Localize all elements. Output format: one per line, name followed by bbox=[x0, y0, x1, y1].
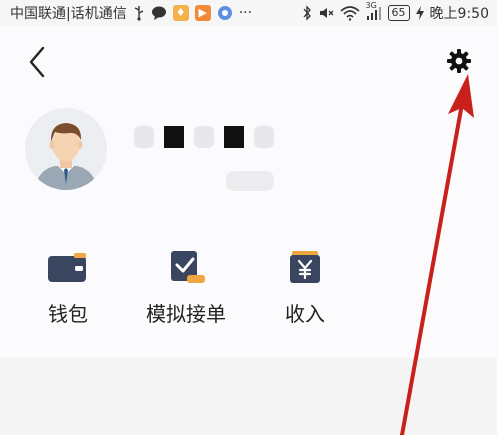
menu-item-simulated-order[interactable]: 模拟接单 bbox=[141, 248, 231, 328]
signal-icon: 3G bbox=[366, 1, 382, 21]
redaction-blur bbox=[194, 126, 214, 148]
status-bar: 中国联通|话机通信 ♦ ▶ ··· 3G 65 晚上9:50 bbox=[0, 0, 497, 26]
profile-name-redacted bbox=[134, 122, 274, 152]
profile-panel: 钱包 模拟接单 收入 bbox=[0, 26, 497, 358]
menu-item-label: 收入 bbox=[285, 302, 325, 326]
status-time: 晚上9:50 bbox=[429, 6, 489, 22]
redaction-block bbox=[224, 126, 244, 148]
battery-level: 65 bbox=[391, 6, 406, 19]
redaction-blur bbox=[254, 126, 274, 148]
gear-icon bbox=[447, 49, 471, 73]
redaction-block bbox=[164, 126, 184, 148]
profile-subtitle-redacted bbox=[226, 171, 274, 191]
redaction-blur bbox=[134, 126, 154, 148]
wallet-icon bbox=[44, 248, 92, 288]
more-dots-icon: ··· bbox=[238, 5, 253, 21]
avatar[interactable] bbox=[25, 108, 107, 190]
carrier-label: 中国联通|话机通信 bbox=[10, 6, 127, 22]
chevron-left-icon bbox=[29, 46, 45, 78]
battery-icon: 65 bbox=[387, 5, 410, 21]
usb-icon bbox=[133, 5, 145, 21]
status-left: 中国联通|话机通信 ♦ ▶ ··· bbox=[10, 3, 302, 23]
menu-item-label: 钱包 bbox=[48, 302, 88, 326]
network-type-label: 3G bbox=[365, 1, 377, 10]
mute-icon bbox=[318, 5, 334, 21]
charging-icon bbox=[415, 6, 424, 20]
back-button[interactable] bbox=[24, 44, 50, 80]
status-right: 3G 65 晚上9:50 bbox=[302, 1, 489, 23]
income-icon bbox=[281, 248, 329, 288]
wifi-icon bbox=[340, 5, 360, 21]
menu-item-income[interactable]: 收入 bbox=[260, 248, 350, 328]
app-orange-icon: ♦ bbox=[172, 5, 189, 21]
simulated-order-icon bbox=[162, 248, 210, 288]
menu-item-label: 模拟接单 bbox=[146, 302, 226, 326]
settings-button[interactable] bbox=[444, 46, 474, 76]
menu-item-wallet[interactable]: 钱包 bbox=[23, 248, 113, 328]
bluetooth-icon bbox=[302, 5, 312, 21]
browser-icon bbox=[217, 5, 233, 21]
user-avatar-icon bbox=[25, 108, 107, 190]
app-video-icon: ▶ bbox=[194, 5, 211, 21]
message-icon bbox=[151, 5, 167, 21]
